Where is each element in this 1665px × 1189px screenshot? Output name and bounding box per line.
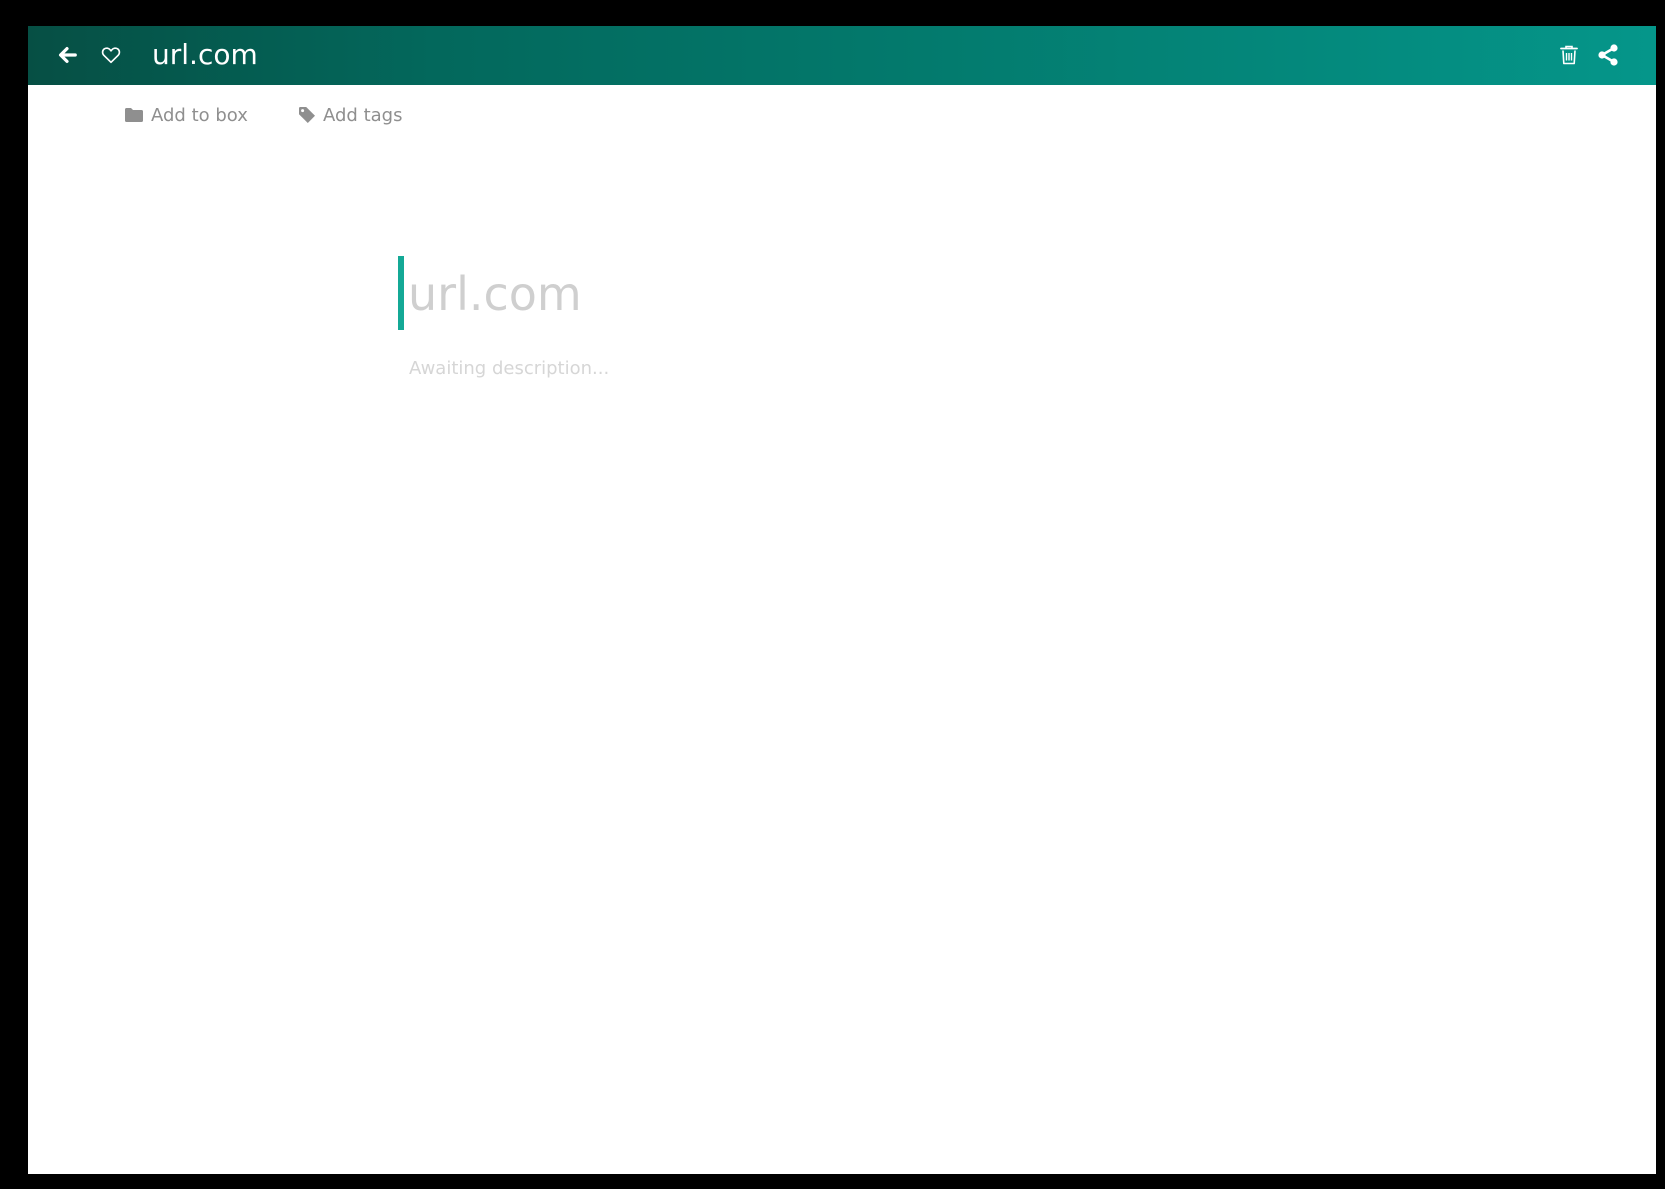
back-button[interactable] bbox=[54, 40, 80, 70]
app-window: url.com Add to box Add tags url.com Awai… bbox=[28, 26, 1656, 1174]
tag-icon bbox=[299, 107, 315, 123]
share-icon bbox=[1598, 44, 1618, 66]
app-bar: url.com bbox=[28, 26, 1656, 85]
heart-outline-icon bbox=[101, 47, 121, 64]
arrow-left-icon bbox=[58, 46, 77, 64]
add-to-box-label: Add to box bbox=[151, 104, 248, 126]
title-input[interactable] bbox=[408, 264, 1308, 324]
delete-button[interactable] bbox=[1558, 42, 1580, 68]
add-to-box-button[interactable]: Add to box bbox=[124, 102, 248, 128]
description-input[interactable] bbox=[409, 353, 1309, 383]
add-tags-label: Add tags bbox=[323, 104, 403, 126]
add-tags-button[interactable]: Add tags bbox=[298, 102, 402, 128]
favorite-button[interactable] bbox=[98, 40, 124, 70]
trash-icon bbox=[1560, 45, 1578, 65]
title-focus-indicator bbox=[398, 256, 404, 330]
folder-icon bbox=[125, 108, 143, 122]
share-button[interactable] bbox=[1596, 42, 1620, 68]
page-title: url.com bbox=[152, 38, 258, 71]
